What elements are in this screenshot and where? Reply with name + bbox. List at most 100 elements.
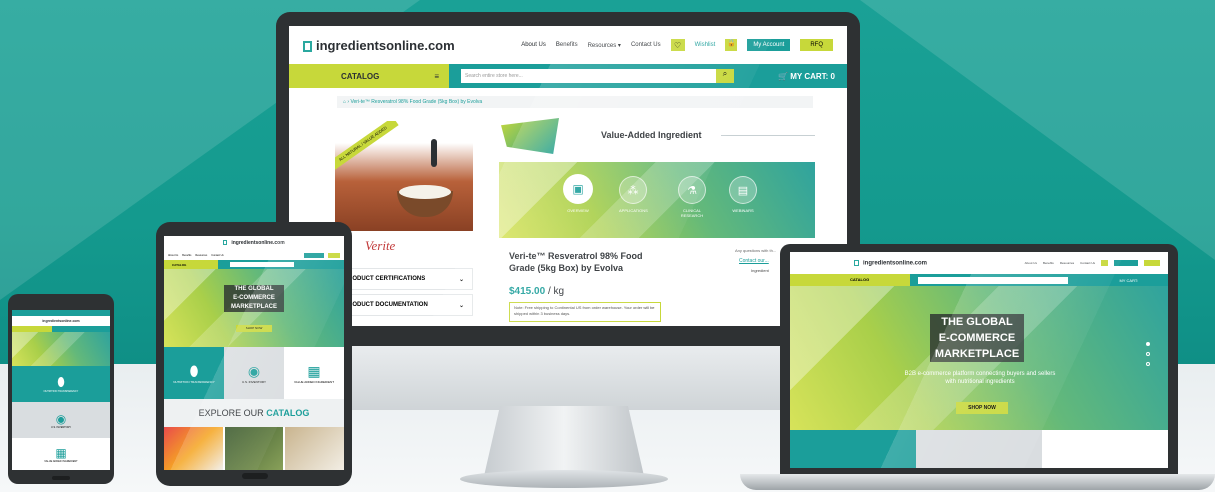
- carousel-dot[interactable]: [1146, 352, 1150, 356]
- powder: [399, 185, 451, 199]
- icons-banner: ▣ OVERVIEW ⁂ APPLICATIONS ⚗ CLINICAL RESEAR…: [499, 162, 815, 238]
- lock-icon: 🔒: [725, 39, 738, 51]
- molecule-icon: ⁂: [619, 176, 647, 204]
- nav-about[interactable]: About Us: [168, 254, 178, 257]
- my-account-button[interactable]: My Account: [747, 39, 791, 51]
- menu-icon: ≡: [434, 71, 439, 81]
- divider: [721, 135, 815, 136]
- shipping-note: Note: Free shipping to Continental US fr…: [509, 302, 661, 322]
- background-scene: ingredientsonline.com About Us Benefits …: [0, 0, 1215, 492]
- webinars-tab[interactable]: ▤ WEBINARS: [729, 176, 757, 213]
- hero-banner: THE GLOBAL E-COMMERCE MARKETPLACE SHOP NOW: [164, 269, 344, 347]
- wishlist-link[interactable]: Wishlist: [695, 42, 716, 48]
- nav-resources[interactable]: Resources: [1060, 261, 1074, 265]
- ingredient-label: Ingredient: [751, 268, 769, 273]
- bg-polygon: [860, 0, 1215, 260]
- chevron-down-icon: ⌄: [458, 276, 464, 283]
- search-input[interactable]: [918, 276, 1068, 284]
- clinical-research-tab[interactable]: ⚗ CLINICAL RESEARCH: [675, 176, 709, 218]
- natural-badge: ALL NATURAL / VALUE ADDED: [335, 121, 399, 172]
- monitor-icon: ▣: [563, 174, 593, 204]
- nav-about[interactable]: About Us: [1025, 261, 1037, 265]
- catalog-image-herbs[interactable]: [224, 427, 284, 470]
- monitor-base: [460, 470, 668, 488]
- document-icon: ▦: [55, 445, 67, 460]
- laptop-base: [740, 474, 1215, 490]
- inventory-tile[interactable]: [916, 430, 1042, 468]
- contact-link[interactable]: Contact our...: [739, 258, 769, 264]
- site-logo[interactable]: ingredientsonline.com: [42, 319, 79, 323]
- carousel-dot[interactable]: [1146, 342, 1150, 346]
- nav-benefits[interactable]: Benefits: [556, 42, 578, 48]
- explore-heading: EXPLORE OUR CATALOG: [164, 399, 344, 427]
- site-logo[interactable]: ingredientsonline.com: [223, 240, 285, 246]
- tag-icon: ⬮: [57, 375, 65, 389]
- nav-about[interactable]: About Us: [521, 42, 546, 48]
- athlete-figure: [431, 139, 437, 167]
- inventory-tile[interactable]: ◉ U.S. INVENTORY: [224, 347, 284, 399]
- map-icon: ◉: [247, 362, 261, 379]
- laptop-screen: ingredientsonline.com About Us Benefits …: [790, 252, 1168, 468]
- hero-banner: [12, 332, 110, 366]
- catalog-image-powder[interactable]: [285, 427, 344, 470]
- catalog-menu-button[interactable]: CATALOG: [164, 260, 218, 269]
- map-icon: ◉: [55, 411, 67, 426]
- nutrition-tile[interactable]: ⬮ NUTRITION TRANSPARENCY: [12, 366, 110, 402]
- cart-link[interactable]: 🛒 MY CART: 0: [778, 72, 847, 81]
- hero-title: THE GLOBAL E-COMMERCE MARKETPLACE: [930, 314, 1024, 362]
- overview-tab[interactable]: ▣ OVERVIEW: [563, 174, 593, 213]
- shop-now-button[interactable]: SHOP NOW: [236, 325, 272, 332]
- applications-tab[interactable]: ⁂ APPLICATIONS: [619, 176, 648, 213]
- value-added-badge-icon: [501, 118, 559, 154]
- monitor-stand: [484, 406, 644, 476]
- cart-link[interactable]: MY CART:: [1119, 278, 1168, 283]
- nav-resources[interactable]: Resources ▾: [588, 42, 621, 49]
- my-account-button[interactable]: [304, 252, 324, 258]
- site-logo[interactable]: ingredientsonline.com: [854, 259, 927, 266]
- heart-icon[interactable]: [1101, 260, 1108, 266]
- tablet-screen: ingredientsonline.com About Us Benefits …: [164, 236, 344, 470]
- questions-text: Any questions with th...: [735, 248, 777, 253]
- brand-logo: Verite: [365, 238, 396, 253]
- rfq-button[interactable]: [1144, 260, 1160, 266]
- inventory-tile[interactable]: ◉ U.S. INVENTORY: [12, 402, 110, 438]
- product-title: Veri-te™ Resveratrol 98% Food Grade (5kg…: [509, 251, 643, 273]
- heart-icon[interactable]: ♡: [670, 39, 685, 51]
- cart-icon: 🛒: [778, 71, 788, 81]
- value-tile[interactable]: ▦ VALUE ADDED INGREDIENT: [284, 347, 344, 399]
- site-logo[interactable]: ingredientsonline.com: [303, 38, 455, 53]
- hero-title: THE GLOBAL E-COMMERCE MARKETPLACE: [224, 285, 284, 312]
- search-icon[interactable]: ⌕: [716, 69, 734, 83]
- tag-icon: ⬮: [189, 362, 199, 379]
- rfq-button[interactable]: RFQ: [800, 39, 833, 51]
- nav-benefits[interactable]: Benefits: [182, 254, 191, 257]
- nav-benefits[interactable]: Benefits: [1043, 261, 1054, 265]
- nav-contact[interactable]: Contact Us: [211, 254, 223, 257]
- accordion-documentation[interactable]: PRODUCT DOCUMENTATION ⌄: [335, 294, 473, 316]
- nutrition-tile[interactable]: [790, 430, 916, 468]
- nutrition-tile[interactable]: ⬮ NUTRITION TRANSPARENCY: [164, 347, 224, 399]
- shop-now-button[interactable]: SHOP NOW: [956, 402, 1008, 414]
- microscope-icon: ⚗: [678, 176, 706, 204]
- hero-subtitle: B2B e-commerce platform connecting buyer…: [904, 371, 1056, 385]
- hero-banner: THE GLOBAL E-COMMERCE MARKETPLACE B2B e-co…: [790, 286, 1168, 430]
- value-tile[interactable]: ▦ VALUE ADDED INGREDIENT: [12, 438, 110, 470]
- product-price: $415.00 / kg: [509, 286, 565, 297]
- nav-contact[interactable]: Contact Us: [1080, 261, 1095, 265]
- monitor-chin: [276, 346, 860, 410]
- video-icon: ▤: [729, 176, 757, 204]
- my-account-button[interactable]: [1114, 260, 1138, 266]
- nav-contact[interactable]: Contact Us: [631, 42, 661, 48]
- value-added-title: Value-Added Ingredient: [601, 130, 702, 140]
- nav-resources[interactable]: Resources: [195, 254, 207, 257]
- search-input[interactable]: [230, 262, 294, 267]
- accordion-certifications[interactable]: PRODUCT CERTIFICATIONS ⌄: [335, 268, 473, 290]
- tablet-home-button: [242, 473, 268, 479]
- search-input[interactable]: Search entire store here...: [461, 69, 716, 83]
- catalog-menu-button[interactable]: CATALOG ≡: [289, 64, 449, 88]
- rfq-button[interactable]: [328, 252, 340, 258]
- value-tile[interactable]: [1042, 430, 1168, 468]
- carousel-dot[interactable]: [1146, 362, 1150, 366]
- catalog-image-fruit[interactable]: [164, 427, 223, 470]
- catalog-menu-button[interactable]: CATALOG: [790, 274, 910, 286]
